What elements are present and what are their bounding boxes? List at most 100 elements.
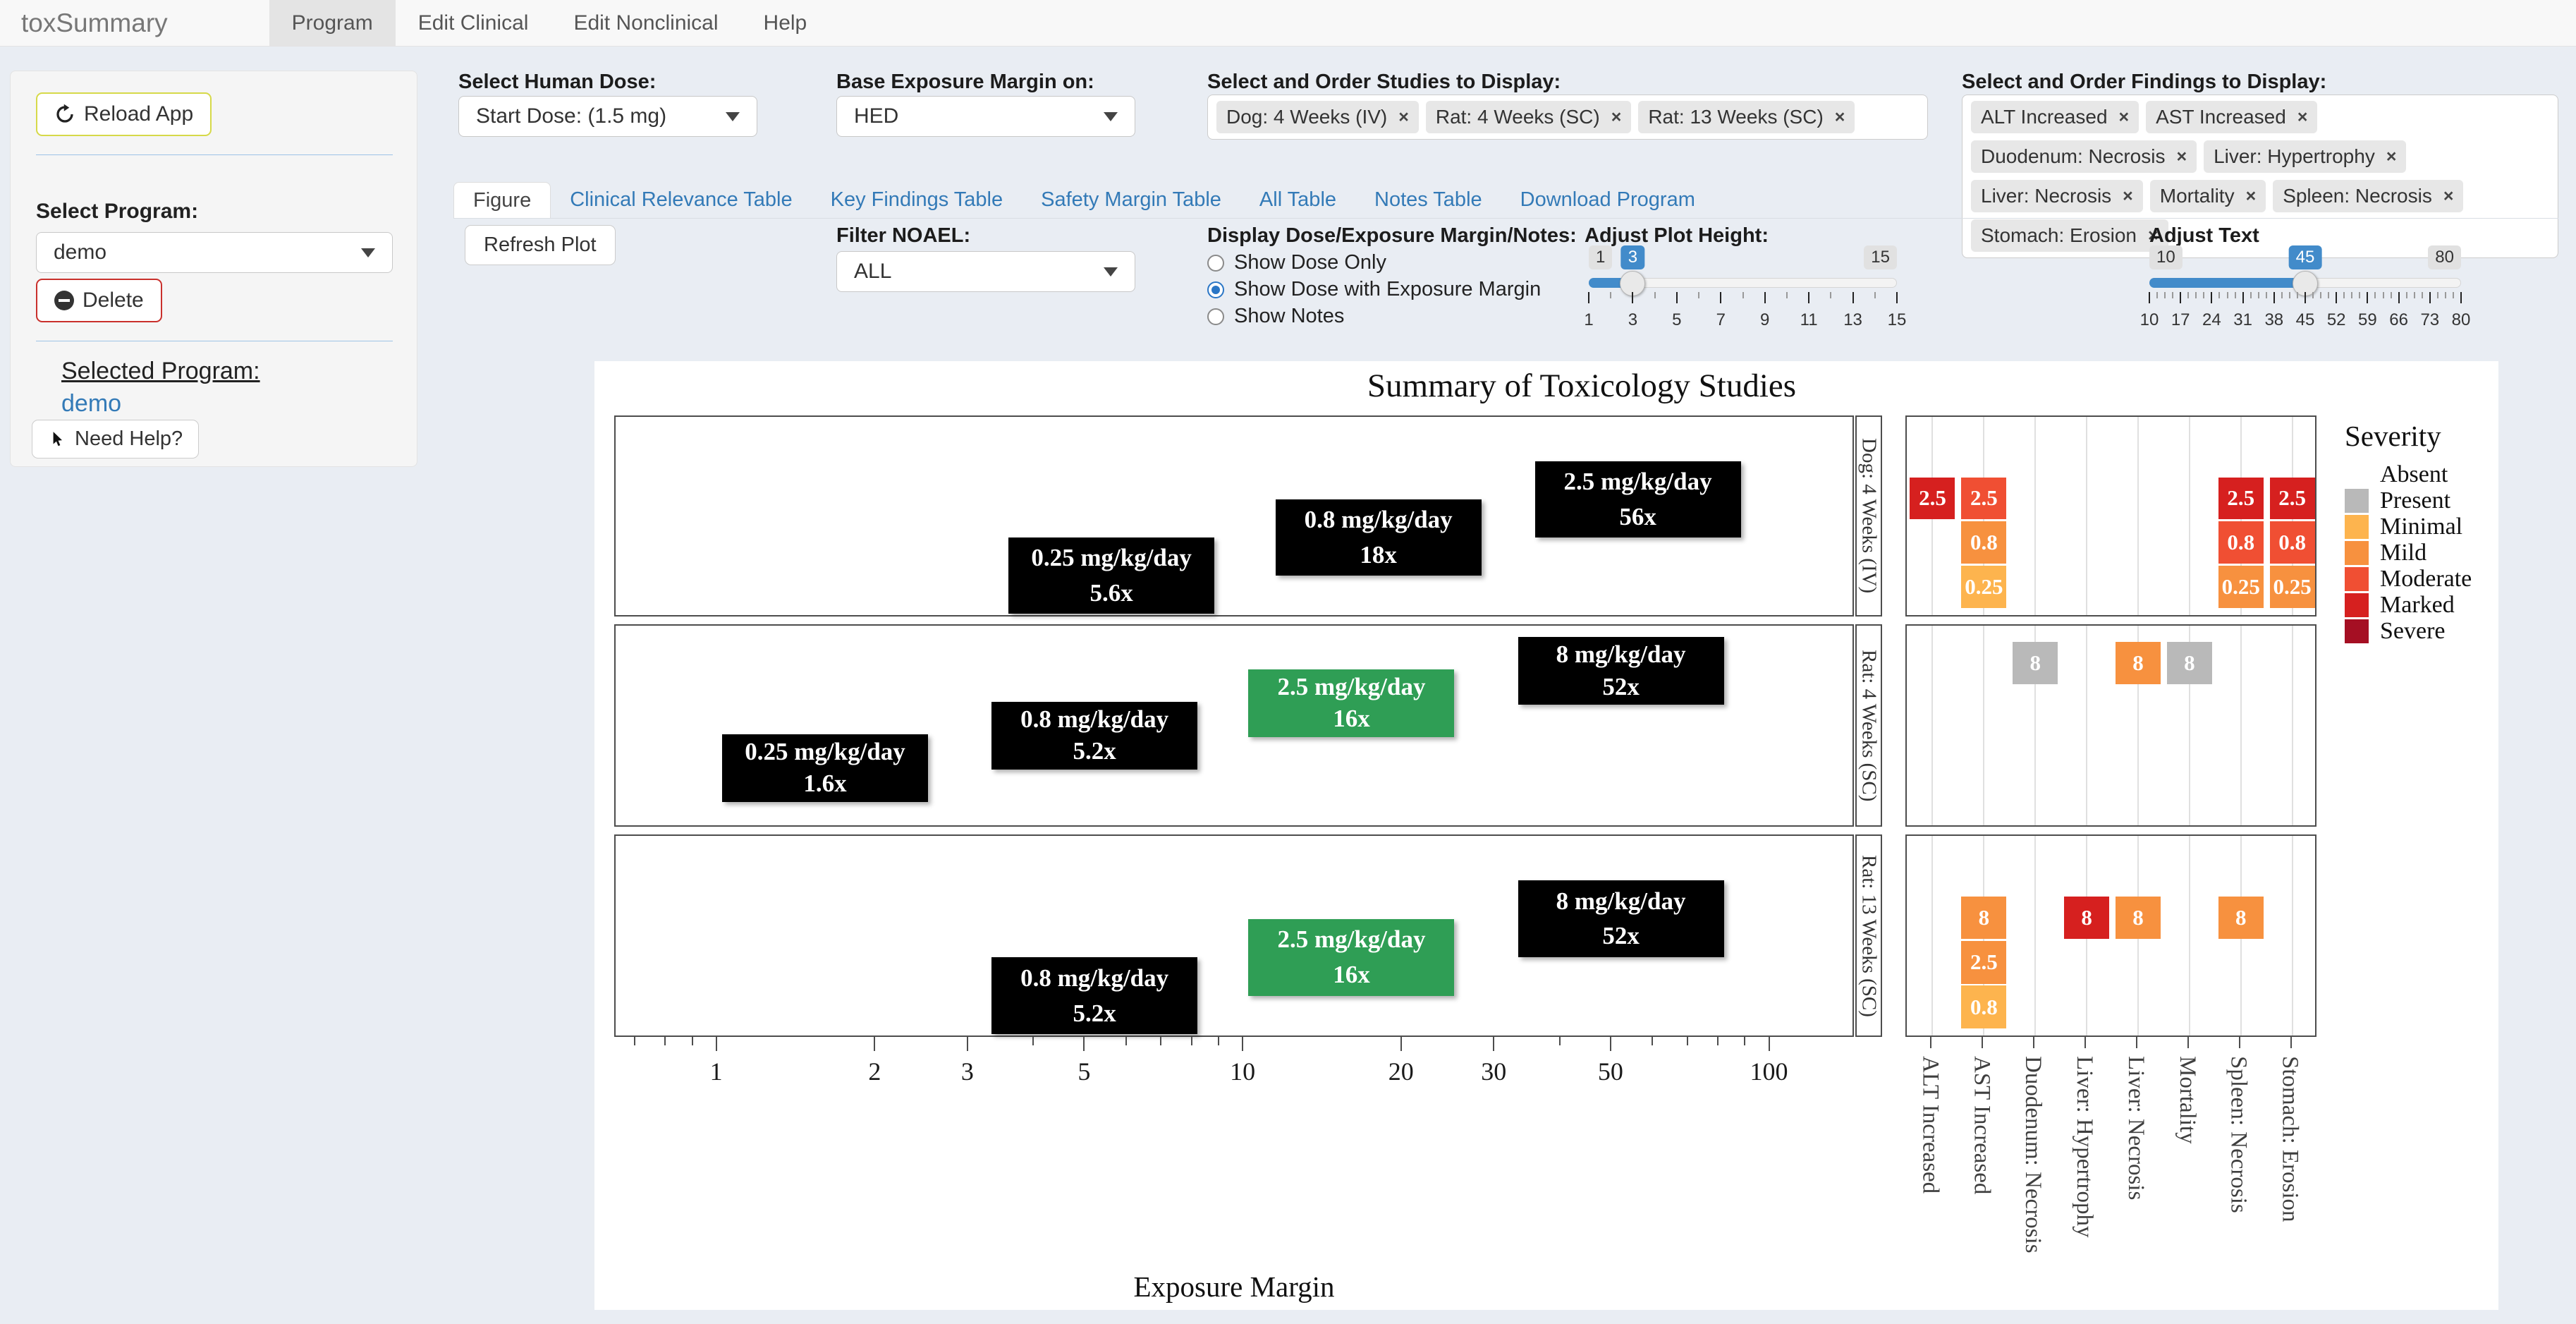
heatmap-gridline (2086, 417, 2087, 615)
radio-selected-icon[interactable] (1207, 281, 1224, 298)
refresh-plot-button[interactable]: Refresh Plot (465, 225, 616, 265)
axis-minor-tick (1717, 1037, 1719, 1045)
heatmap-gridline (2240, 626, 2242, 825)
delete-button[interactable]: Delete (36, 279, 162, 322)
reload-icon (54, 104, 75, 125)
slider-tick (2172, 292, 2173, 298)
severity-cell: 0.8 (1961, 521, 2006, 564)
dose-label: 8 mg/kg/day (1518, 887, 1724, 916)
axis-tick-label: 100 (1750, 1057, 1788, 1086)
margin-base-select[interactable]: HED (836, 96, 1135, 137)
slider-tick (2328, 292, 2329, 298)
axis-tick (1493, 1037, 1494, 1051)
tag-remove-icon[interactable]: × (2119, 109, 2130, 126)
study-label-strip: Rat: 13 Weeks (SC) (1855, 834, 1882, 1037)
navbar: toxSummary ProgramEdit ClinicalEdit Nonc… (0, 0, 2576, 47)
study-tag: Rat: 4 Weeks (SC)× (1426, 101, 1631, 133)
slider-tick (1588, 292, 1589, 303)
axis-tick (1083, 1037, 1085, 1051)
tag-remove-icon[interactable]: × (2297, 109, 2308, 126)
tab-safety-margin-table[interactable]: Safety Margin Table (1022, 182, 1240, 218)
tag-remove-icon[interactable]: × (1611, 109, 1622, 126)
slider-tick (2250, 292, 2252, 298)
nav-item-edit-nonclinical[interactable]: Edit Nonclinical (551, 0, 740, 46)
toxicology-figure: Summary of Toxicology Studies 0.25 mg/kg… (594, 361, 2498, 1310)
radio-option-2[interactable]: Show Dose with Exposure Margin (1207, 278, 1541, 301)
studies-multiselect[interactable]: Dog: 4 Weeks (IV)×Rat: 4 Weeks (SC)×Rat:… (1207, 95, 1928, 140)
slider-value-badge: 3 (1621, 245, 1644, 269)
dose-box: 0.25 mg/kg/day1.6x (722, 734, 928, 802)
tag-remove-icon[interactable]: × (2386, 148, 2397, 166)
slider-tick-label: 45 (2296, 310, 2315, 330)
divider (36, 154, 393, 155)
study-tag-label: Dog: 4 Weeks (IV) (1226, 106, 1387, 128)
human-dose-select[interactable]: Start Dose: (1.5 mg) (458, 96, 757, 137)
legend-swatch (2345, 567, 2369, 591)
tag-remove-icon[interactable]: × (1835, 109, 1845, 126)
heatmap-gridline (1931, 626, 1933, 825)
figure-title: Summary of Toxicology Studies (630, 367, 2534, 405)
noael-filter-select[interactable]: ALL (836, 251, 1135, 292)
finding-label-text: Mortality (2174, 1056, 2200, 1144)
selected-program-heading: Selected Program: (61, 358, 260, 385)
finding-axis-label: Stomach: Erosion (2277, 1056, 2303, 1226)
severity-cell: 8 (2064, 897, 2109, 939)
tab-figure[interactable]: Figure (453, 182, 551, 218)
tab-all-table[interactable]: All Table (1240, 182, 1355, 218)
program-select[interactable]: demo (36, 232, 393, 273)
tag-remove-icon[interactable]: × (1398, 109, 1409, 126)
slider-tick (2343, 292, 2345, 298)
slider-tick (2312, 292, 2314, 298)
dose-box: 0.8 mg/kg/day18x (1276, 499, 1482, 576)
radio-label: Show Dose Only (1234, 251, 1386, 274)
refresh-plot-label: Refresh Plot (484, 233, 597, 257)
slider-value-badge: 45 (2289, 245, 2322, 269)
findings-multiselect[interactable]: ALT Increased×AST Increased×Duodenum: Ne… (1962, 95, 2558, 258)
finding-tag-label: Duodenum: Necrosis (1981, 145, 2165, 168)
dose-label: 0.8 mg/kg/day (991, 705, 1197, 734)
axis-tick-label: 1 (710, 1057, 723, 1086)
margin-label: 5.2x (991, 737, 1197, 765)
nav-item-program[interactable]: Program (269, 0, 396, 46)
nav-item-edit-clinical[interactable]: Edit Clinical (396, 0, 551, 46)
need-help-button[interactable]: Need Help? (32, 420, 199, 458)
tag-remove-icon[interactable]: × (2176, 148, 2187, 166)
radio-icon[interactable] (1207, 255, 1224, 272)
human-dose-value: Start Dose: (1.5 mg) (476, 104, 726, 128)
sidebar: Reload App Select Program: demo Delete S… (10, 71, 417, 467)
severity-cell: 8 (2116, 897, 2161, 939)
selected-program-value[interactable]: demo (61, 390, 121, 418)
chevron-down-icon (361, 248, 375, 257)
axis-tick-label: 20 (1388, 1057, 1414, 1086)
dose-label: 2.5 mg/kg/day (1535, 468, 1741, 496)
heatmap-gridline (1983, 626, 1984, 825)
severity-cell: 8 (1961, 897, 2006, 939)
tab-download-program[interactable]: Download Program (1501, 182, 1714, 218)
radio-option-3[interactable]: Show Notes (1207, 305, 1344, 328)
plot-height-slider[interactable]: 115313579111315 (1589, 245, 1897, 330)
heatmap-gridline (2189, 417, 2190, 615)
axis-tick-label: 30 (1481, 1057, 1506, 1086)
text-size-slider[interactable]: 1080451017243138455259667380 (2149, 245, 2461, 330)
axis-tick (716, 1037, 717, 1051)
tab-notes-table[interactable]: Notes Table (1355, 182, 1501, 218)
tab-key-findings-table[interactable]: Key Findings Table (812, 182, 1023, 218)
app-window: toxSummary ProgramEdit ClinicalEdit Nonc… (0, 0, 2576, 1324)
radio-option-1[interactable]: Show Dose Only (1207, 251, 1386, 274)
nav-item-help[interactable]: Help (741, 0, 830, 46)
tab-clinical-relevance-table[interactable]: Clinical Relevance Table (551, 182, 811, 218)
radio-icon[interactable] (1207, 308, 1224, 325)
margin-base-label: Base Exposure Margin on: (836, 71, 1094, 94)
dose-box: 8 mg/kg/day52x (1518, 637, 1724, 705)
finding-axis-label: AST Increased (1968, 1056, 1994, 1198)
slider-tick (2398, 292, 2400, 303)
finding-axis-label: Liver: Hypertrophy (2071, 1056, 2097, 1241)
severity-cell: 2.5 (1910, 478, 1955, 520)
findings-label: Select and Order Findings to Display: (1962, 71, 2326, 94)
axis-minor-tick (1032, 1037, 1034, 1045)
reload-app-button[interactable]: Reload App (36, 92, 212, 136)
slider-tick (2414, 292, 2415, 298)
axis-tick-label: 3 (961, 1057, 974, 1086)
finding-tag-label: AST Increased (2156, 106, 2286, 128)
axis-tick (874, 1037, 875, 1051)
